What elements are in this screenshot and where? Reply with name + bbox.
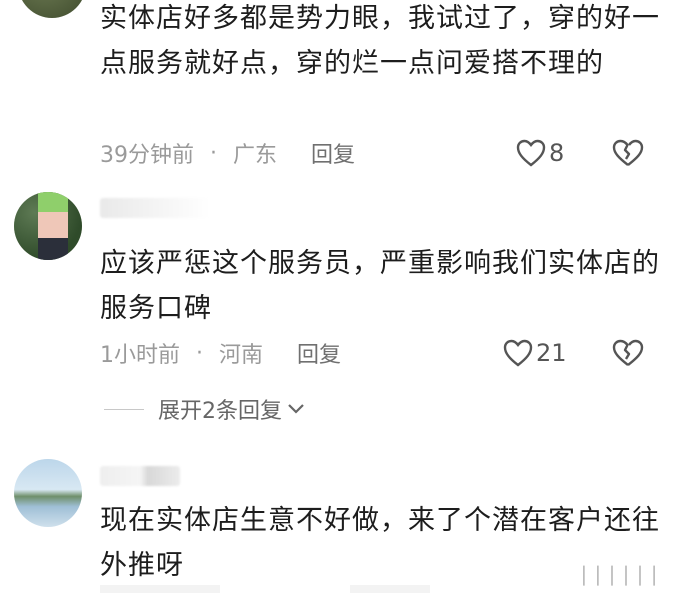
broken-heart-icon	[612, 339, 644, 366]
heart-outline-icon	[516, 139, 546, 167]
username[interactable]	[100, 466, 180, 486]
meta-separator: ·	[210, 140, 217, 166]
like-count: 21	[536, 339, 567, 367]
like-count: 8	[549, 139, 565, 167]
comment-text: 现在实体店生意不好做，来了个潜在客户还往外推呀	[100, 505, 660, 581]
cut-off-meta	[100, 585, 660, 593]
avatar[interactable]	[14, 459, 82, 527]
comment-time: 39分钟前	[100, 143, 194, 168]
comment-text: 实体店好多都是势力眼，我试过了，穿的好一点服务就好点，穿的烂一点问爱搭不理的	[100, 3, 660, 79]
like-button[interactable]: 8	[516, 136, 564, 170]
comment-meta: 39分钟前 · 广东 回复	[100, 136, 355, 170]
username[interactable]	[100, 198, 210, 218]
divider-line	[104, 408, 144, 410]
like-button[interactable]: 21	[503, 336, 567, 370]
comment-text: 应该严惩这个服务员，严重影响我们实体店的服务口碑	[100, 248, 660, 324]
avatar[interactable]	[14, 192, 82, 260]
expand-replies-label: 展开2条回复	[158, 399, 282, 424]
expand-replies-button[interactable]: 展开2条回复	[100, 394, 306, 424]
comment-time: 1小时前	[100, 343, 180, 368]
comment-location: 广东	[233, 143, 278, 168]
reply-button[interactable]: 回复	[311, 137, 355, 169]
broken-heart-icon	[612, 139, 644, 166]
comment-meta: 1小时前 · 河南 回复	[100, 336, 341, 370]
heart-outline-icon	[503, 339, 533, 367]
dislike-button[interactable]	[612, 139, 644, 171]
watermark: ∣∣∣∣∣∣	[577, 562, 662, 586]
comment-location: 河南	[219, 343, 264, 368]
dislike-button[interactable]	[612, 339, 644, 371]
meta-separator: ·	[196, 340, 203, 366]
reply-button[interactable]: 回复	[297, 337, 341, 369]
avatar[interactable]	[18, 0, 86, 18]
chevron-down-icon	[288, 404, 304, 414]
